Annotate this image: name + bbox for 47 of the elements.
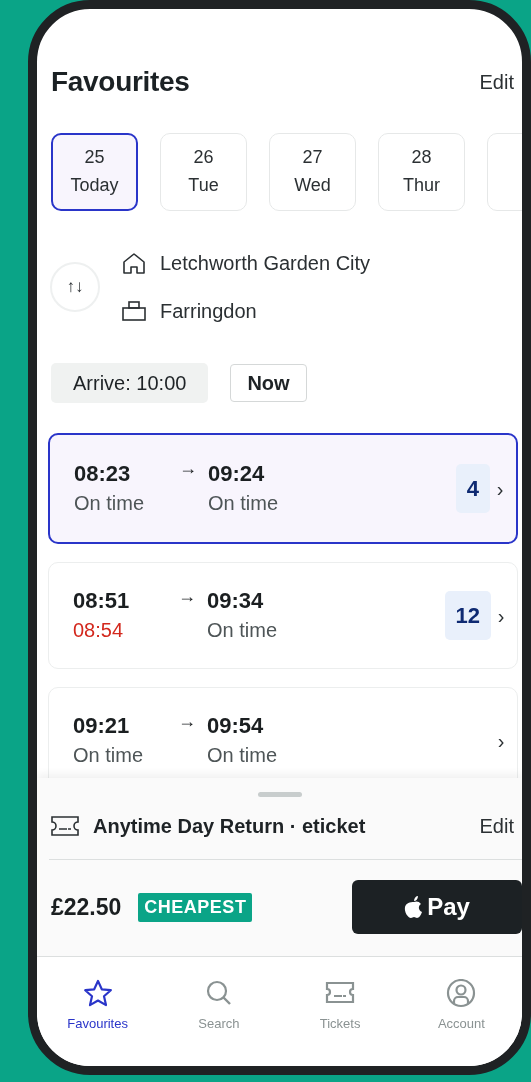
journey-card[interactable]: 09:21 On time → 09:54 On time › [48, 687, 518, 778]
departure-time: 08:51 [73, 587, 131, 616]
departure-status: On time [73, 742, 145, 768]
departure-time: 08:23 [74, 460, 132, 489]
departure-status: On time [74, 490, 146, 516]
house-icon [122, 252, 146, 274]
arrival-time: 09:34 [207, 587, 265, 616]
chevron: › [496, 728, 506, 754]
journey-card[interactable]: 08:23 On time → 09:24 On time 4 › [48, 433, 518, 544]
ticket-icon [51, 816, 79, 836]
pay-button[interactable]: Pay [352, 880, 522, 934]
delayed-time: 08:54 [73, 617, 125, 643]
arrival-status: On time [207, 617, 278, 643]
chevron: › [496, 603, 506, 629]
arrive-time-selector[interactable]: Arrive: 10:00 [51, 363, 209, 403]
arrival-time: 09:24 [208, 460, 266, 489]
arrow: → [178, 457, 198, 480]
arrival-time: 09:54 [207, 712, 265, 741]
page-title: Favourites [51, 65, 190, 99]
ticket-type: Anytime Day Return · eticket [93, 814, 366, 839]
ticket-price: £22.50 [51, 892, 122, 922]
origin-station: Letchworth Garden City [160, 251, 371, 276]
date-chip[interactable]: 25 Today [51, 133, 138, 211]
account-icon [446, 979, 477, 1008]
arrival-status: On time [207, 742, 278, 768]
edit-button[interactable]: Edit [479, 811, 514, 841]
apple-icon [404, 895, 425, 919]
edit-button[interactable]: Edit [479, 67, 514, 97]
briefcase-icon [122, 301, 146, 321]
cheapest-tag: CHEAPEST [138, 892, 253, 922]
arrival-status: On time [208, 490, 279, 516]
now-button[interactable]: Now [230, 364, 307, 402]
departure-time: 09:21 [73, 712, 131, 741]
drag-handle[interactable] [257, 792, 302, 797]
date-chip[interactable]: 26 Tue [160, 133, 247, 211]
date-chip[interactable]: 27 Wed [269, 133, 356, 211]
arrow: → [177, 710, 197, 733]
date-chip[interactable]: 28 Thur [378, 133, 465, 211]
platform-number: 4 [455, 464, 490, 513]
chevron: › [495, 476, 505, 502]
tab-item[interactable]: Favourites [37, 979, 159, 1066]
swap-button[interactable]: ↑↓ [50, 262, 100, 312]
arrow: → [177, 585, 197, 608]
journey-card[interactable]: 08:51 08:54 → 09:34 On time 12 › [48, 562, 518, 669]
star-icon [82, 979, 113, 1008]
platform-number: 12 [444, 591, 491, 640]
destination-station: Farringdon [160, 299, 257, 324]
